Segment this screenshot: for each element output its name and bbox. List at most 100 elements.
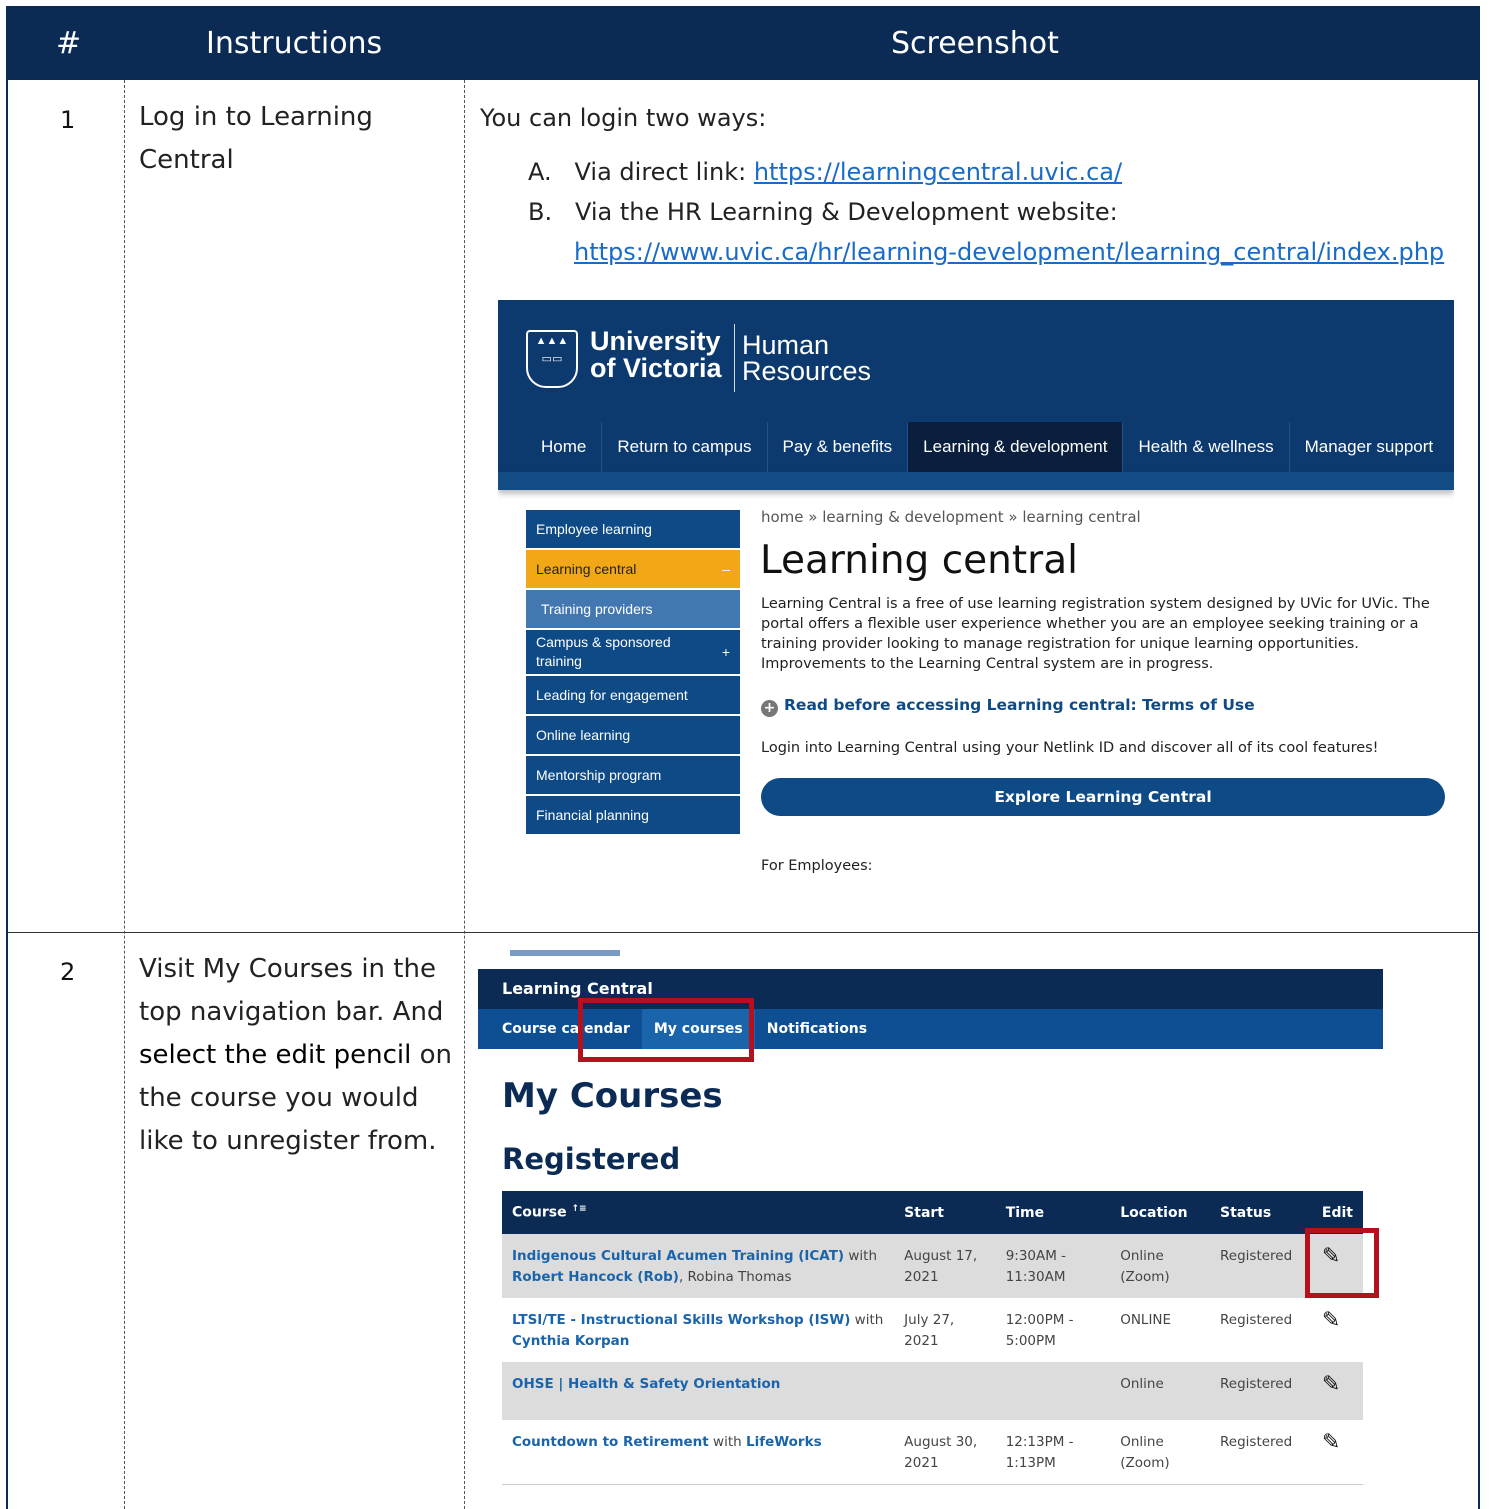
instructor-link[interactable]: Cynthia Korpan xyxy=(512,1333,629,1349)
course-link[interactable]: LTSI/TE - Instructional Skills Workshop … xyxy=(512,1312,850,1328)
side-item-learning-central[interactable]: Learning central – xyxy=(526,550,740,590)
with-text: with xyxy=(708,1434,746,1450)
way-label: A. xyxy=(528,158,552,186)
page-title: My Courses xyxy=(502,1076,723,1116)
direct-link[interactable]: https://learningcentral.uvic.ca/ xyxy=(754,158,1122,186)
nav-notifications[interactable]: Notifications xyxy=(755,1009,879,1049)
nav-learning-development[interactable]: Learning & development xyxy=(908,422,1124,472)
edit-cell: ✎ xyxy=(1311,1420,1363,1485)
uvic-logo-fragment xyxy=(510,940,620,956)
table-row: Indigenous Cultural Acumen Training (ICA… xyxy=(502,1234,1363,1298)
header-screenshot: Screenshot xyxy=(891,26,1059,61)
nav-band xyxy=(498,472,1454,490)
instruction-emphasis: select the edit pencil xyxy=(139,1040,412,1070)
edit-pencil-icon[interactable]: ✎ xyxy=(1322,1308,1340,1333)
course-cell: Countdown to Retirement with LifeWorks xyxy=(502,1420,895,1485)
instructor-link[interactable]: Robert Hancock (Rob) xyxy=(512,1269,679,1285)
instruction-text: Visit My Courses in the top navigation b… xyxy=(139,954,444,1027)
department-name: Human Resources xyxy=(742,330,872,386)
nav-home[interactable]: Home xyxy=(526,422,603,472)
way-text: Via the HR Learning & Development websit… xyxy=(574,198,1118,226)
university-name: University of Victoria xyxy=(590,328,722,382)
nav-pay-benefits[interactable]: Pay & benefits xyxy=(768,422,909,472)
col-location: Location xyxy=(1110,1191,1211,1234)
edit-cell: ✎ xyxy=(1311,1298,1363,1362)
university-line: University xyxy=(590,326,721,356)
login-way-b-link-row: https://www.uvic.ca/hr/learning-developm… xyxy=(574,232,1444,272)
courses-table: Course ↑≡ Start Time Location Status Edi… xyxy=(502,1191,1363,1485)
login-text: Login into Learning Central using your N… xyxy=(761,740,1379,756)
side-item-label: Learning central xyxy=(536,560,637,577)
location-cell: Online (Zoom) xyxy=(1110,1234,1211,1298)
step-instruction: Visit My Courses in the top navigation b… xyxy=(139,948,459,1163)
location-cell: Online xyxy=(1110,1362,1211,1420)
status-cell: Registered xyxy=(1210,1298,1312,1362)
nav-return-to-campus[interactable]: Return to campus xyxy=(602,422,768,472)
status-cell: Registered xyxy=(1210,1362,1312,1420)
side-item-mentorship[interactable]: Mentorship program xyxy=(526,756,740,796)
terms-label: Read before accessing Learning central: … xyxy=(784,696,1255,714)
row-divider xyxy=(8,932,1478,933)
logo-divider xyxy=(734,324,735,392)
way-label: B. xyxy=(528,198,553,226)
explore-button[interactable]: Explore Learning Central xyxy=(761,778,1445,816)
side-item-training-providers[interactable]: Training providers xyxy=(526,590,740,630)
side-item-label: Financial planning xyxy=(536,806,649,823)
nav-health-wellness[interactable]: Health & wellness xyxy=(1123,422,1290,472)
step-number: 2 xyxy=(60,958,76,986)
table-row: Countdown to Retirement with LifeWorks A… xyxy=(502,1420,1363,1485)
step-number: 1 xyxy=(60,106,76,134)
col-course[interactable]: Course ↑≡ xyxy=(502,1191,895,1234)
table-row: LTSI/TE - Instructional Skills Workshop … xyxy=(502,1298,1363,1362)
sort-icon[interactable]: ↑≡ xyxy=(571,1204,586,1214)
plus-circle-icon: + xyxy=(761,700,778,717)
app-brand: Learning Central xyxy=(502,979,653,998)
time-cell: 12:00PM - 5:00PM xyxy=(995,1298,1111,1362)
side-item-employee-learning[interactable]: Employee learning xyxy=(526,510,740,550)
course-link[interactable]: Countdown to Retirement xyxy=(512,1434,709,1450)
terms-accordion[interactable]: + Read before accessing Learning central:… xyxy=(761,696,1255,717)
nav-manager-support[interactable]: Manager support xyxy=(1290,422,1449,472)
side-item-campus-sponsored[interactable]: Campus & sponsored training + xyxy=(526,630,740,676)
collapse-icon[interactable]: – xyxy=(722,560,730,579)
course-cell: LTSI/TE - Instructional Skills Workshop … xyxy=(502,1298,895,1362)
step-instruction: Log in to Learning Central xyxy=(139,102,373,175)
edit-cell: ✎ xyxy=(1311,1362,1363,1420)
expand-icon[interactable]: + xyxy=(722,643,730,662)
edit-pencil-icon[interactable]: ✎ xyxy=(1322,1372,1340,1397)
col-start: Start xyxy=(894,1191,996,1234)
table-header-row: Course ↑≡ Start Time Location Status Edi… xyxy=(502,1191,1363,1234)
header-instructions: Instructions xyxy=(206,26,383,61)
hr-website-link[interactable]: https://www.uvic.ca/hr/learning-developm… xyxy=(574,238,1444,266)
department-line: Human xyxy=(742,330,830,360)
department-line: Resources xyxy=(742,356,872,386)
side-item-label: Employee learning xyxy=(536,520,652,537)
side-item-financial-planning[interactable]: Financial planning xyxy=(526,796,740,836)
side-item-leading-engagement[interactable]: Leading for engagement xyxy=(526,676,740,716)
login-intro: You can login two ways: xyxy=(480,104,767,132)
instructor-link[interactable]: LifeWorks xyxy=(746,1434,822,1450)
side-item-label: Leading for engagement xyxy=(536,686,688,703)
for-employees-label: For Employees: xyxy=(761,858,873,874)
col-status: Status xyxy=(1210,1191,1312,1234)
edit-pencil-icon[interactable]: ✎ xyxy=(1322,1430,1340,1455)
side-item-online-learning[interactable]: Online learning xyxy=(526,716,740,756)
course-link[interactable]: Indigenous Cultural Acumen Training (ICA… xyxy=(512,1248,844,1264)
login-way-b: B. Via the HR Learning & Development web… xyxy=(528,192,1118,232)
start-cell: August 30, 2021 xyxy=(894,1420,996,1485)
instructor-text: , Robina Thomas xyxy=(678,1269,792,1285)
course-cell: OHSE | Health & Safety Orientation xyxy=(502,1362,895,1420)
course-link[interactable]: OHSE | Health & Safety Orientation xyxy=(512,1376,780,1392)
with-text: with xyxy=(850,1312,884,1328)
status-cell: Registered xyxy=(1210,1420,1312,1485)
instruction-document: # Instructions Screenshot 1 Log in to Le… xyxy=(6,6,1480,1509)
breadcrumb: home » learning & development » learning… xyxy=(761,508,1141,526)
side-item-label: Campus & sponsored training xyxy=(536,634,671,669)
with-text: with xyxy=(844,1248,878,1264)
highlight-my-courses xyxy=(578,998,754,1062)
status-cell: Registered xyxy=(1210,1234,1312,1298)
login-way-a: A. Via direct link: https://learningcent… xyxy=(528,152,1122,192)
course-cell: Indigenous Cultural Acumen Training (ICA… xyxy=(502,1234,895,1298)
start-cell: July 27, 2021 xyxy=(894,1298,996,1362)
location-cell: ONLINE xyxy=(1110,1298,1211,1362)
